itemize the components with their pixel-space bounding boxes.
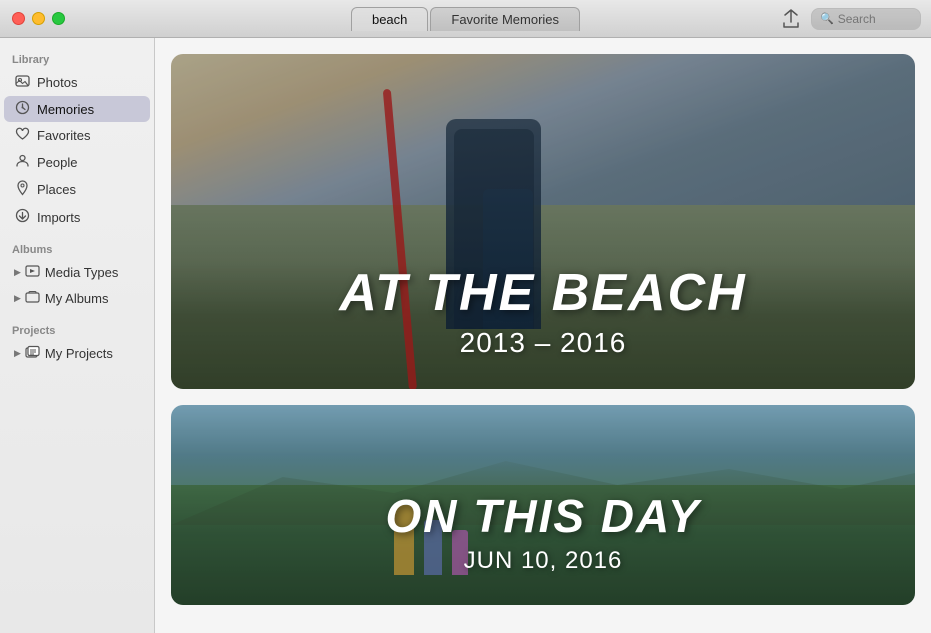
memories-icon: [14, 100, 30, 118]
maximize-button[interactable]: [52, 12, 65, 25]
media-types-icon: [25, 264, 41, 281]
sidebar-item-my-projects[interactable]: ▶ My Projects: [4, 341, 150, 366]
my-projects-icon: [25, 345, 41, 362]
beach-text: AT THE BEACH 2013 – 2016: [171, 263, 915, 389]
minimize-button[interactable]: [32, 12, 45, 25]
beach-subtitle: 2013 – 2016: [171, 327, 915, 359]
beach-title: AT THE BEACH: [171, 263, 915, 323]
photos-icon: [14, 74, 30, 91]
titlebar-actions: 🔍: [781, 8, 921, 30]
sidebar-item-imports[interactable]: Imports: [4, 204, 150, 230]
search-icon: 🔍: [820, 12, 834, 25]
sidebar-item-photos[interactable]: Photos: [4, 70, 150, 95]
close-button[interactable]: [12, 12, 25, 25]
sidebar-item-people[interactable]: People: [4, 149, 150, 175]
sidebar-item-favorites[interactable]: Favorites: [4, 123, 150, 148]
tab-bar: beach Favorite Memories: [351, 7, 580, 31]
my-projects-chevron: ▶: [14, 348, 21, 359]
memories-content: AT THE BEACH 2013 – 2016 ON TH: [155, 38, 931, 633]
tab-favorite-memories[interactable]: Favorite Memories: [430, 7, 580, 31]
favorites-icon: [14, 127, 30, 144]
main-layout: Library Photos Memories: [0, 38, 931, 633]
memory-card-day[interactable]: ON THIS DAY JUN 10, 2016: [171, 405, 915, 605]
my-albums-chevron: ▶: [14, 293, 21, 304]
search-bar[interactable]: 🔍: [811, 8, 921, 30]
places-icon: [14, 180, 30, 199]
titlebar: beach Favorite Memories 🔍: [0, 0, 931, 38]
imports-icon: [14, 208, 30, 226]
media-types-chevron: ▶: [14, 267, 21, 278]
sidebar-item-media-types[interactable]: ▶ Media Types: [4, 260, 150, 285]
day-text: ON THIS DAY JUN 10, 2016: [171, 489, 915, 605]
sidebar: Library Photos Memories: [0, 38, 155, 633]
search-input[interactable]: [838, 12, 918, 26]
memory-card-beach[interactable]: AT THE BEACH 2013 – 2016: [171, 54, 915, 389]
sidebar-item-memories[interactable]: Memories: [4, 96, 150, 122]
day-subtitle: JUN 10, 2016: [171, 547, 915, 575]
traffic-lights: [12, 12, 65, 25]
library-section-label: Library: [0, 48, 154, 69]
my-albums-icon: [25, 290, 41, 307]
tab-memories[interactable]: beach: [351, 7, 428, 31]
share-button[interactable]: [781, 9, 801, 29]
albums-section-label: Albums: [0, 238, 154, 259]
sidebar-item-my-albums[interactable]: ▶ My Albums: [4, 286, 150, 311]
day-title: ON THIS DAY: [171, 489, 915, 543]
sidebar-item-places[interactable]: Places: [4, 176, 150, 203]
projects-section-label: Projects: [0, 319, 154, 340]
people-icon: [14, 153, 30, 171]
